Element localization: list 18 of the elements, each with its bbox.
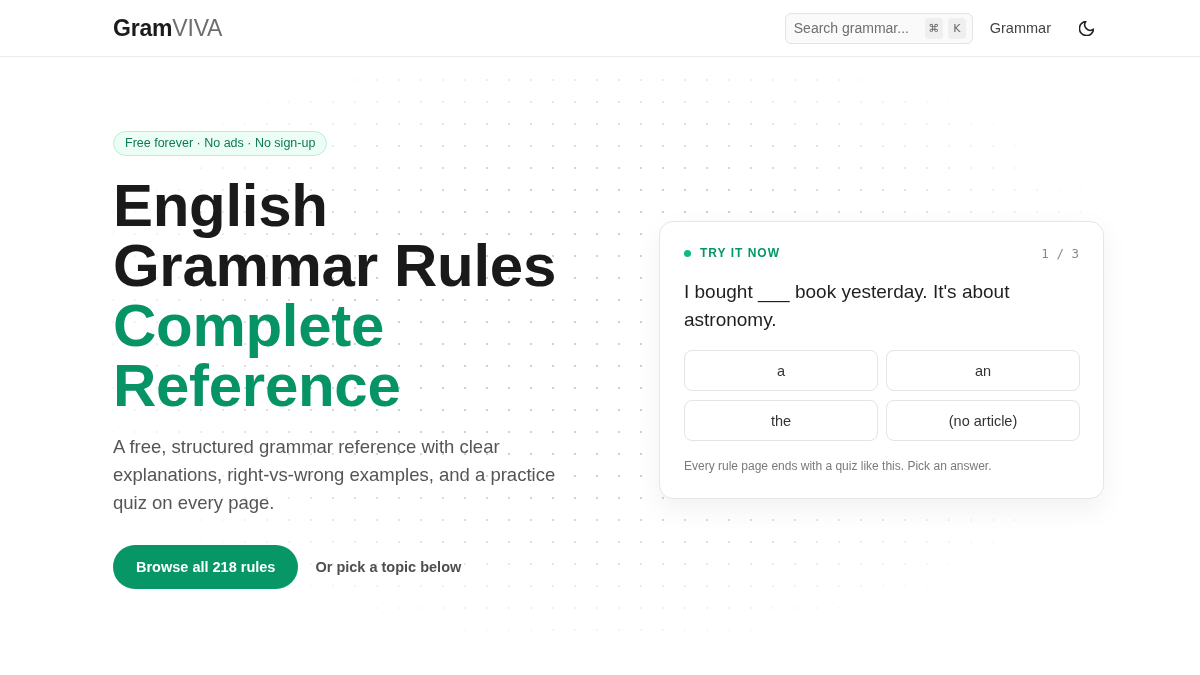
answer-option[interactable]: an	[886, 350, 1080, 391]
answer-option[interactable]: (no article)	[886, 400, 1080, 441]
nav-link[interactable]: Grammar	[989, 20, 1051, 36]
intro-paragraph: A free, structured grammar reference with clear explanations, right-vs-wrong examples, and a practice quiz on every page.	[113, 435, 557, 515]
topic-link[interactable]: Or pick a topic below	[315, 559, 462, 575]
quiz-question: I bought ___ book yesterday. It's about astronomy.	[684, 280, 1011, 332]
answer-option[interactable]: the	[684, 400, 878, 441]
status-dot-icon	[684, 249, 691, 257]
feature-badge: Free forever · No ads · No sign-up	[113, 131, 328, 156]
browse-button[interactable]: Browse all 218 rules	[113, 545, 299, 589]
quiz-label: TRY IT NOW	[700, 246, 780, 260]
question-counter: 1 / 3	[1041, 245, 1079, 261]
answer-option[interactable]: a	[684, 350, 878, 391]
headline-highlight: Complete Reference	[113, 296, 402, 416]
quiz-hint: Every rule page ends with a quiz like this. Pick an answer.	[684, 458, 993, 474]
logo-wordmark: GramVIVA	[113, 16, 223, 40]
moon-icon[interactable]	[1079, 20, 1094, 36]
headline: English Grammar Rules	[113, 176, 557, 296]
